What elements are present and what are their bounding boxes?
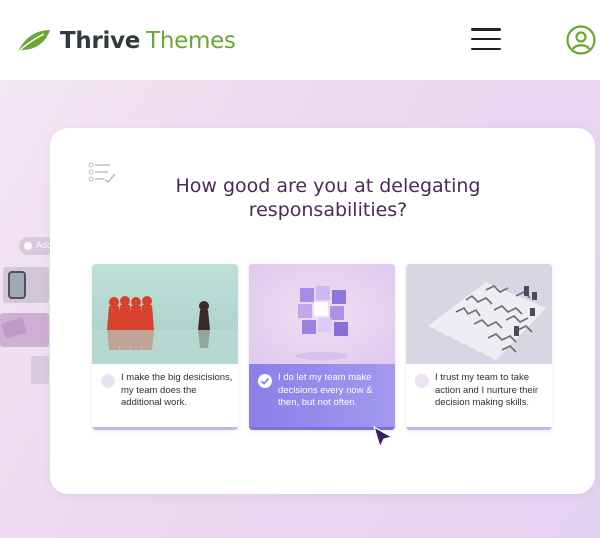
radio-button[interactable] — [101, 374, 115, 388]
brand-logo[interactable]: Thrive Themes — [16, 24, 236, 58]
hamburger-menu-icon[interactable] — [471, 28, 501, 50]
phone-icon — [8, 271, 26, 299]
answer-option-text: I do let my team make decisions every no… — [278, 372, 373, 408]
user-circle-icon[interactable] — [565, 24, 597, 56]
radio-button[interactable] — [415, 374, 429, 388]
side-fragment-thumbnail — [3, 267, 49, 303]
radio-button-checked[interactable] — [258, 374, 272, 388]
side-fragment-block — [31, 356, 49, 384]
leaf-logo-icon — [17, 30, 50, 53]
answer-option-2[interactable]: I do let my team make decisions every no… — [249, 264, 395, 430]
hero-section: Add How good are you at delegating respo… — [0, 80, 600, 538]
answer-option-text: I make the big desicisions, my team does… — [121, 372, 233, 408]
menu-line — [471, 37, 501, 41]
side-fragment-thumbnail — [0, 313, 49, 347]
option-underline — [406, 427, 552, 430]
mouse-pointer-icon — [373, 425, 394, 449]
quiz-card: How good are you at delegating responsab… — [50, 128, 595, 494]
red-game-pieces-photo — [92, 264, 238, 364]
menu-line — [471, 47, 501, 50]
maze-puzzle-photo — [406, 264, 552, 364]
option-underline — [92, 427, 238, 430]
menu-line — [471, 28, 501, 31]
site-header: Thrive Themes — [0, 0, 600, 80]
quiz-question: How good are you at delegating responsab… — [175, 175, 481, 221]
checkmark-icon — [260, 377, 270, 385]
checklist-icon — [88, 162, 116, 183]
answer-options: I make the big desicisions, my team does… — [92, 264, 554, 430]
abstract-cube-photo — [249, 264, 395, 364]
decorative-shape — [1, 316, 27, 340]
answer-option-3[interactable]: I trust my team to take action and I nur… — [406, 264, 552, 430]
plus-icon — [24, 242, 32, 250]
brand-name-thrive: Thrive — [60, 28, 141, 54]
brand-name-themes: Themes — [146, 28, 236, 54]
answer-option-text: I trust my team to take action and I nur… — [435, 372, 538, 408]
answer-option-1[interactable]: I make the big desicisions, my team does… — [92, 264, 238, 430]
